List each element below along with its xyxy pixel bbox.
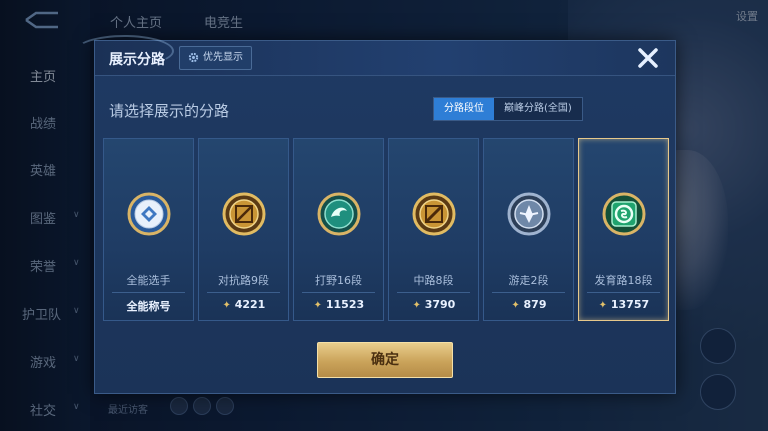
card-divider xyxy=(207,292,280,293)
lane-card-mid[interactable]: 中路8段 ✦ 3790 xyxy=(388,138,479,321)
card-divider xyxy=(112,292,185,293)
lane-name: 全能选手 xyxy=(126,274,171,287)
segment-lane-rank[interactable]: 分路段位 xyxy=(434,98,494,120)
lane-score: ✦ 4221 xyxy=(199,298,288,311)
priority-display-button[interactable]: 优先显示 xyxy=(179,46,252,70)
lane-name: 发育路18段 xyxy=(594,274,653,287)
segment-peak-lane[interactable]: 巅峰分路(全国) xyxy=(494,98,582,120)
card-divider xyxy=(302,292,375,293)
lane-score: ✦ 11523 xyxy=(294,298,383,311)
lane-score: ✦ 3790 xyxy=(389,298,478,311)
card-divider xyxy=(492,292,565,293)
close-button[interactable] xyxy=(635,45,661,71)
rank-points-icon: ✦ xyxy=(412,300,421,311)
lane-type-toggle: 分路段位 巅峰分路(全国) xyxy=(433,97,583,121)
score-value: 879 xyxy=(523,298,547,311)
score-value: 13757 xyxy=(610,298,650,311)
lane-score: 全能称号 xyxy=(104,298,193,314)
dialog-header: 展示分路 优先显示 xyxy=(75,35,675,76)
lane-score: ✦ 879 xyxy=(484,298,573,311)
lane-name: 打野16段 xyxy=(315,274,362,287)
mid-lane-emblem-icon xyxy=(412,192,456,236)
rank-points-icon: ✦ xyxy=(511,300,520,311)
allround-emblem-icon xyxy=(127,192,171,236)
rank-points-icon: ✦ xyxy=(598,300,608,311)
farm-lane-emblem-icon xyxy=(602,192,646,236)
lane-display-dialog: 展示分路 优先显示 请选择展示的分路 分路段位 巅峰分路(全国) 全能选手 全能… xyxy=(75,35,676,394)
card-divider xyxy=(397,292,470,293)
roam-emblem-icon xyxy=(507,192,551,236)
lane-card-roam[interactable]: 游走2段 ✦ 879 xyxy=(483,138,574,321)
rank-points-icon: ✦ xyxy=(222,300,231,311)
lane-card-jungle[interactable]: 打野16段 ✦ 11523 xyxy=(293,138,384,321)
lane-name: 对抗路9段 xyxy=(218,274,269,287)
clash-lane-emblem-icon xyxy=(222,192,266,236)
lane-cards: 全能选手 全能称号 对抗路9段 ✦ 4221 打野16段 ✦ 11523 中路8… xyxy=(103,138,669,321)
close-icon xyxy=(638,48,658,68)
score-value: 11523 xyxy=(325,298,365,311)
lane-score: ✦ 13757 xyxy=(579,298,668,311)
lane-name: 中路8段 xyxy=(413,274,454,287)
rank-points-icon: ✦ xyxy=(313,300,323,311)
jungle-emblem-icon xyxy=(317,192,361,236)
score-value: 全能称号 xyxy=(126,300,171,313)
dialog-subtitle: 请选择展示的分路 xyxy=(109,102,230,120)
card-divider xyxy=(587,292,660,293)
confirm-button[interactable]: 确定 xyxy=(317,342,453,378)
lane-card-allround[interactable]: 全能选手 全能称号 xyxy=(103,138,194,321)
priority-display-label: 优先显示 xyxy=(203,52,243,63)
lane-name: 游走2段 xyxy=(508,274,549,287)
score-value: 3790 xyxy=(424,298,456,311)
score-value: 4221 xyxy=(234,298,266,311)
lane-card-farm[interactable]: 发育路18段 ✦ 13757 xyxy=(578,138,669,321)
lane-card-clash[interactable]: 对抗路9段 ✦ 4221 xyxy=(198,138,289,321)
gear-icon xyxy=(188,52,199,62)
dialog-title: 展示分路 xyxy=(109,52,165,68)
